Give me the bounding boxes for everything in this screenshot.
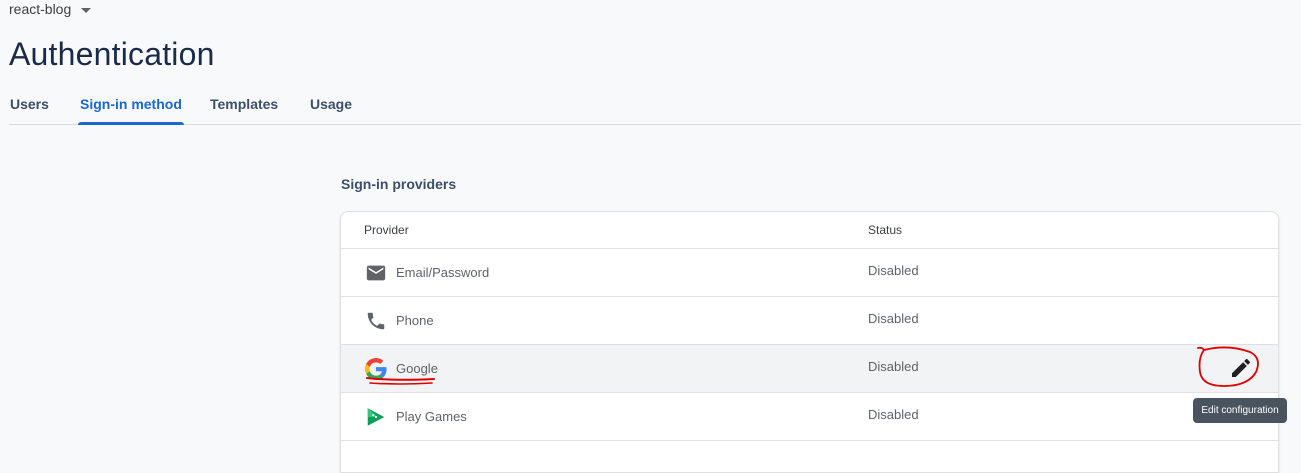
table-header: Provider Status bbox=[341, 212, 1278, 249]
provider-status: Disabled bbox=[868, 263, 919, 278]
chevron-down-icon bbox=[81, 7, 92, 13]
edit-configuration-button[interactable] bbox=[1229, 356, 1253, 380]
provider-status: Disabled bbox=[868, 359, 919, 374]
column-header-provider: Provider bbox=[364, 223, 409, 237]
page-title: Authentication bbox=[9, 36, 215, 72]
table-row[interactable]: Email/Password Disabled bbox=[341, 249, 1278, 297]
table-row[interactable]: Phone Disabled bbox=[341, 297, 1278, 345]
section-title: Sign-in providers bbox=[341, 176, 457, 192]
table-row[interactable]: Play Games Disabled bbox=[341, 393, 1278, 441]
provider-name: Phone bbox=[396, 313, 434, 328]
providers-table: Provider Status Email/Password Disabled … bbox=[340, 211, 1279, 473]
email-icon bbox=[365, 262, 387, 284]
column-header-status: Status bbox=[868, 223, 903, 237]
tab-sign-in-method[interactable]: Sign-in method bbox=[78, 86, 184, 125]
provider-name: Google bbox=[396, 361, 438, 376]
tab-usage[interactable]: Usage bbox=[310, 86, 352, 123]
phone-icon bbox=[365, 310, 387, 332]
provider-status: Disabled bbox=[868, 311, 919, 326]
google-icon bbox=[365, 358, 387, 380]
tab-bar: Users Sign-in method Templates Usage bbox=[9, 86, 1301, 125]
table-row[interactable]: Google Disabled bbox=[341, 345, 1278, 393]
provider-name: Email/Password bbox=[396, 265, 490, 280]
provider-status: Disabled bbox=[868, 407, 919, 422]
project-selector[interactable]: react-blog bbox=[9, 1, 92, 17]
play-games-icon bbox=[365, 406, 387, 428]
tab-templates[interactable]: Templates bbox=[210, 86, 278, 123]
pencil-icon bbox=[1232, 358, 1251, 377]
tab-users[interactable]: Users bbox=[10, 86, 49, 123]
provider-name: Play Games bbox=[396, 409, 467, 424]
tooltip: Edit configuration bbox=[1193, 398, 1287, 423]
project-name: react-blog bbox=[9, 1, 72, 17]
